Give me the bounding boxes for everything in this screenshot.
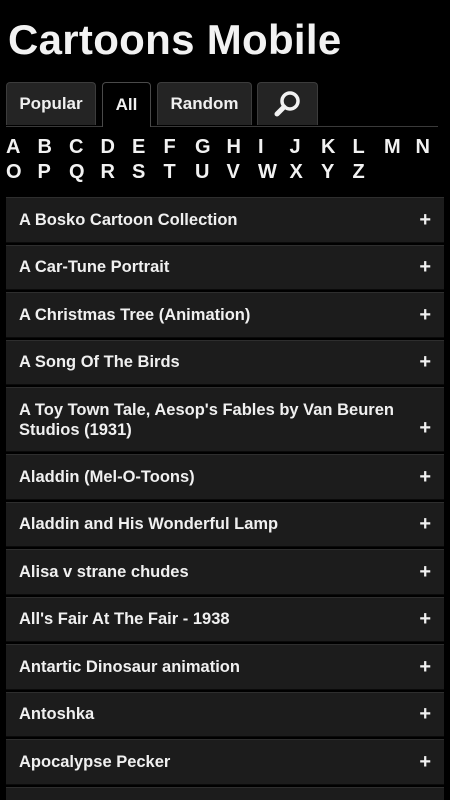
list-item-label: Aladdin (Mel-O-Toons) [19, 467, 195, 486]
list-item[interactable]: A Toy Town Tale, Aesop's Fables by Van B… [6, 387, 444, 452]
letter-z[interactable]: Z [353, 160, 385, 185]
app-title: Cartoons Mobile [8, 16, 342, 63]
alphabet-row-2: OPQRSTUVWXYZ [6, 160, 450, 185]
letter-m[interactable]: M [384, 135, 416, 160]
list-item[interactable]: A Bosko Cartoon Collection + [6, 197, 444, 243]
list-item-label: A Car-Tune Portrait [19, 258, 170, 277]
list-item-label: A Toy Town Tale, Aesop's Fables by Van B… [19, 400, 394, 439]
letter-o[interactable]: O [6, 160, 38, 185]
alphabet-row-1: ABCDEFGHIJKLMN [6, 135, 450, 160]
letter-t[interactable]: T [164, 160, 196, 185]
list-item[interactable]: A Song Of The Birds + [6, 339, 444, 385]
alphabet-index: ABCDEFGHIJKLMN OPQRSTUVWXYZ [0, 127, 450, 183]
tab-random[interactable]: Random [157, 82, 252, 125]
list-item[interactable]: A Car-Tune Portrait + [6, 244, 444, 290]
list-item[interactable]: Alisa v strane chudes + [6, 549, 444, 595]
plus-icon[interactable]: + [419, 562, 431, 582]
list-item[interactable]: Antartic Dinosaur animation + [6, 644, 444, 690]
letter-h[interactable]: H [227, 135, 259, 160]
letter-n[interactable]: N [416, 135, 448, 160]
letter-v[interactable]: V [227, 160, 259, 185]
list-item-label: A Bosko Cartoon Collection [19, 210, 238, 229]
list-item[interactable]: Antoshka + [6, 691, 444, 737]
plus-icon[interactable]: + [419, 752, 431, 772]
list-item-label: A Christmas Tree (Animation) [19, 305, 251, 324]
search-icon [273, 89, 303, 119]
plus-icon[interactable]: + [419, 418, 431, 438]
tab-all[interactable]: All [102, 82, 151, 127]
list-item-label: Antartic Dinosaur animation [19, 657, 240, 676]
list-item[interactable]: All's Fair At The Fair - 1938 + [6, 596, 444, 642]
list-item-label: Aladdin and His Wonderful Lamp [19, 515, 279, 534]
letter-f[interactable]: F [164, 135, 196, 160]
letter-d[interactable]: D [101, 135, 133, 160]
letter-g[interactable]: G [195, 135, 227, 160]
letter-u[interactable]: U [195, 160, 227, 185]
letter-r[interactable]: R [101, 160, 133, 185]
letter-p[interactable]: P [38, 160, 70, 185]
list-item-label: All's Fair At The Fair - 1938 [19, 610, 230, 629]
letter-b[interactable]: B [38, 135, 70, 160]
letter-c[interactable]: C [69, 135, 101, 160]
letter-k[interactable]: K [321, 135, 353, 160]
header: Cartoons Mobile [0, 0, 450, 82]
list-item-label: Antoshka [19, 705, 95, 724]
list-item[interactable]: Aladdin and His Wonderful Lamp + [6, 501, 444, 547]
list-item-label: Apocalypse Pecker [19, 752, 171, 771]
letter-e[interactable]: E [132, 135, 164, 160]
tab-bar: Popular All Random [6, 82, 438, 127]
letter-q[interactable]: Q [69, 160, 101, 185]
letter-w[interactable]: W [258, 160, 290, 185]
letter-s[interactable]: S [132, 160, 164, 185]
plus-icon[interactable]: + [419, 514, 431, 534]
letter-y[interactable]: Y [321, 160, 353, 185]
tab-popular[interactable]: Popular [6, 82, 96, 125]
plus-icon[interactable]: + [419, 210, 431, 230]
plus-icon[interactable]: + [419, 657, 431, 677]
letter-j[interactable]: J [290, 135, 322, 160]
letter-x[interactable]: X [290, 160, 322, 185]
plus-icon[interactable]: + [419, 609, 431, 629]
plus-icon[interactable]: + [419, 305, 431, 325]
letter-i[interactable]: I [258, 135, 290, 160]
letter-l[interactable]: L [353, 135, 385, 160]
list-item[interactable] [6, 786, 444, 800]
list-item[interactable]: Apocalypse Pecker + [6, 739, 444, 785]
list-item[interactable]: Aladdin (Mel-O-Toons) + [6, 454, 444, 500]
list-item-label: A Song Of The Birds [19, 353, 180, 372]
plus-icon[interactable]: + [419, 352, 431, 372]
plus-icon[interactable]: + [419, 704, 431, 724]
list-item-label: Alisa v strane chudes [19, 562, 189, 581]
cartoon-list: A Bosko Cartoon Collection + A Car-Tune Po… [6, 197, 444, 800]
plus-icon[interactable]: + [419, 467, 431, 487]
list-item[interactable]: A Christmas Tree (Animation) + [6, 292, 444, 338]
letter-a[interactable]: A [6, 135, 38, 160]
plus-icon[interactable]: + [419, 257, 431, 277]
app-screen: Cartoons Mobile Popular All Random ABCDE… [0, 0, 450, 800]
tab-search[interactable] [257, 82, 318, 125]
